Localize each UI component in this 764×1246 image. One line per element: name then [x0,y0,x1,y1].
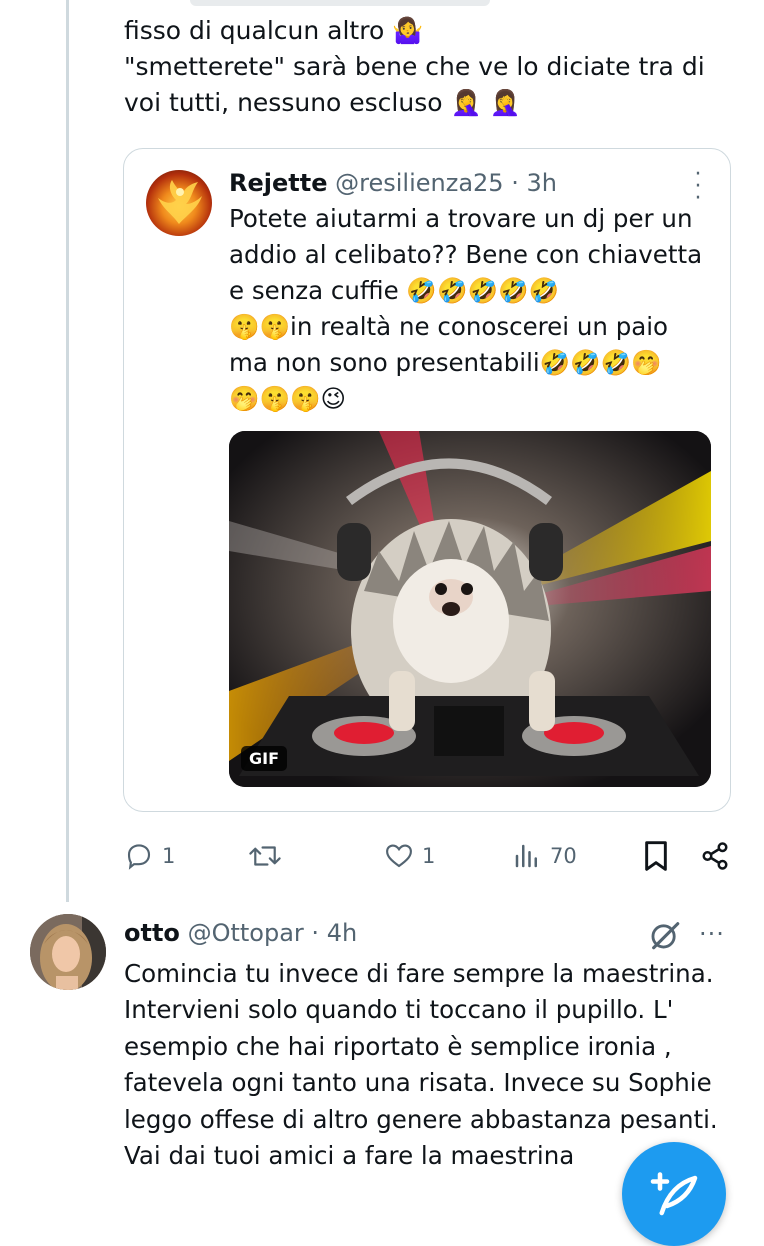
like-count: 1 [422,844,436,868]
thread-line [66,0,69,902]
bookmark-button[interactable] [642,836,670,876]
views-button[interactable]: 70 [512,836,577,876]
previous-tweet-clip [0,0,764,14]
compose-button[interactable] [622,1142,726,1246]
quote-grabber-icon: · · · [694,162,702,211]
views-icon [515,844,537,868]
reply-separator: · [311,919,320,947]
profile-photo-image [30,914,106,990]
reply-text: Comincia tu invece di fare sempre la mae… [124,959,718,1171]
quote-author-name[interactable]: Rejette [229,169,327,197]
quoted-tweet[interactable]: Rejette @resilienza25 · 3h · · · Potete ai… [123,148,731,812]
reply-timestamp[interactable]: 4h [327,919,357,947]
share-button[interactable] [700,836,730,876]
reply-icon [127,844,151,870]
tweet-text: fisso di qualcun altro 🤷‍♀️ "smetterete"… [124,16,705,117]
quote-avatar[interactable] [146,170,212,236]
quote-author-handle[interactable]: @resilienza25 [335,169,503,197]
like-icon [386,844,412,868]
reply-button[interactable]: 1 [124,836,175,876]
grok-icon [651,922,680,950]
gif-badge: GIF [241,746,288,771]
reply-count: 1 [162,844,176,868]
reply-header: otto @Ottopar · 4h [124,916,357,950]
compose-icon [650,1172,698,1216]
quote-text: Potete aiutarmi a trovare un dj per un a… [229,204,703,413]
like-button[interactable]: 1 [384,836,435,876]
phoenix-image [158,180,202,224]
grok-button[interactable] [648,918,682,956]
retweet-icon [249,846,281,866]
reply-avatar[interactable] [30,914,106,990]
quote-header: Rejette @resilienza25 · 3h [229,167,557,199]
retweet-button[interactable] [248,836,282,876]
hedgehog-dj-image [229,431,711,787]
bookmark-icon [645,841,667,871]
share-icon [702,842,728,870]
reply-author-name[interactable]: otto [124,919,180,947]
more-icon[interactable]: ··· [699,920,725,948]
quote-separator: · [511,169,519,197]
quote-gif[interactable]: GIF [229,431,711,787]
views-count: 70 [550,844,577,868]
quote-timestamp[interactable]: 3h [526,169,556,197]
reply-author-handle[interactable]: @Ottopar [188,919,304,947]
tweet-actions: 1 1 70 [124,836,744,876]
